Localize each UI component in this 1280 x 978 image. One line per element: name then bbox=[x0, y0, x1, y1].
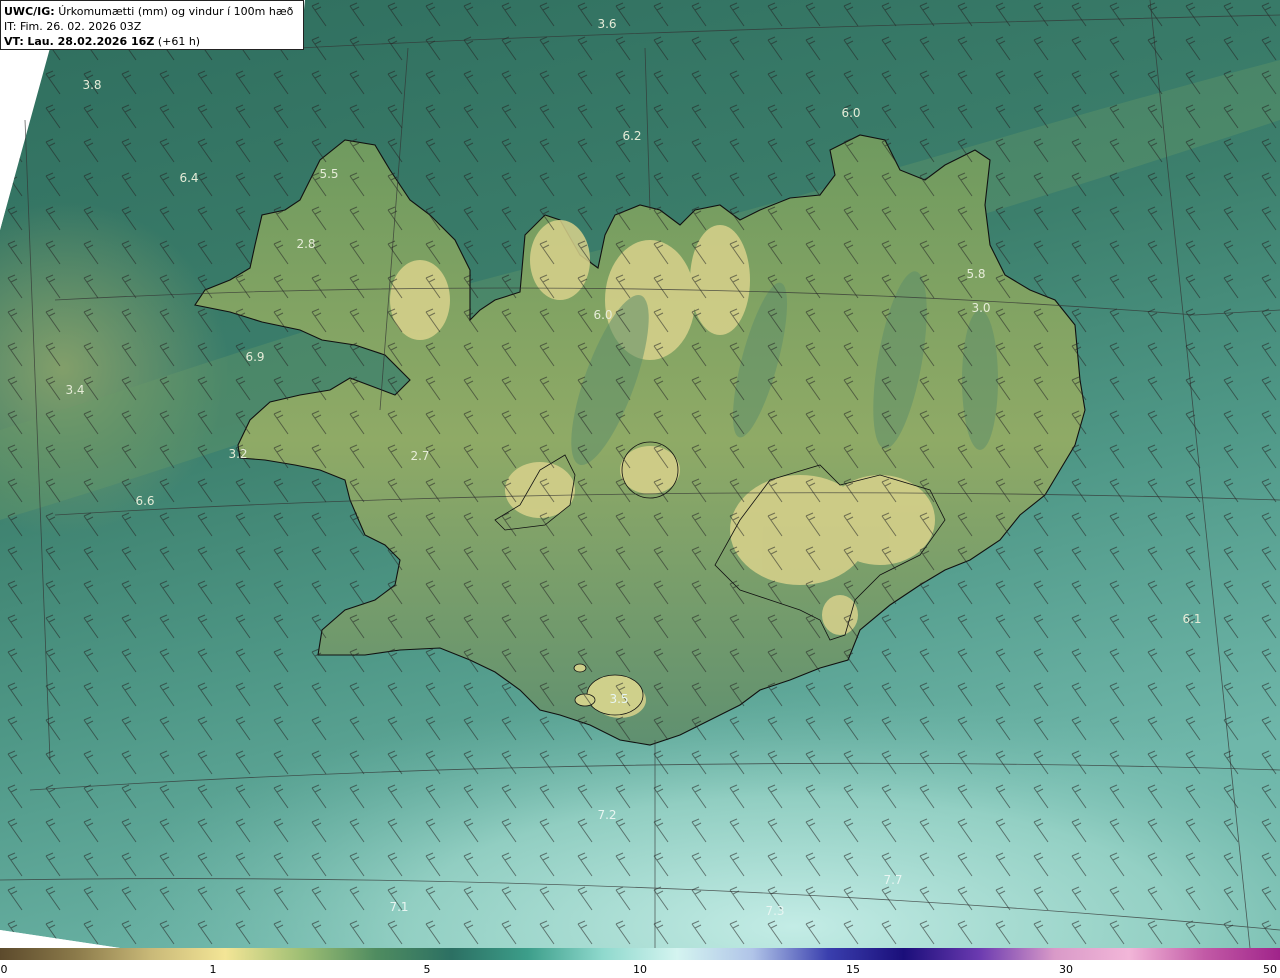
map-value-label: 6.1 bbox=[1182, 612, 1201, 626]
colorbar-tick: 5 bbox=[423, 963, 431, 976]
map-value-label: 2.7 bbox=[410, 449, 429, 463]
map-value-label: 3.6 bbox=[597, 17, 616, 31]
map-value-label: 3.2 bbox=[228, 447, 247, 461]
product-line: UWC/IG: Úrkomumætti (mm) og vindur í 100… bbox=[4, 4, 300, 19]
map-value-label: 7.7 bbox=[883, 873, 902, 887]
map-value-label: 7.2 bbox=[597, 808, 616, 822]
colorbar-legend: 0 1 5 10 15 30 50 bbox=[0, 948, 1280, 978]
map-value-label: 5.8 bbox=[966, 267, 985, 281]
map-value-label: 7.3 bbox=[765, 904, 784, 918]
map-value-label: 6.2 bbox=[622, 129, 641, 143]
colorbar-tick: 50 bbox=[1263, 963, 1277, 976]
valid-time-line: VT: Lau. 28.02.2026 16Z (+61 h) bbox=[4, 34, 300, 49]
map-value-label: 6.6 bbox=[135, 494, 154, 508]
map-value-label: 7.1 bbox=[389, 900, 408, 914]
lead-time: (+61 h) bbox=[157, 35, 201, 48]
map-value-label: 5.5 bbox=[319, 167, 338, 181]
product-code: UWC/IG: bbox=[4, 5, 55, 18]
map-value-label: 6.4 bbox=[179, 171, 198, 185]
map-value-label: 3.0 bbox=[971, 301, 990, 315]
colorbar-tick: 1 bbox=[209, 963, 217, 976]
init-time: IT: Fim. 26. 02. 2026 03Z bbox=[4, 20, 142, 33]
valid-time: Lau. 28.02.2026 16Z bbox=[27, 35, 155, 48]
map-value-label: 6.0 bbox=[593, 308, 612, 322]
product-description: Úrkomumætti (mm) og vindur í 100m hæð bbox=[58, 5, 294, 18]
valid-prefix: VT: bbox=[4, 35, 24, 48]
colorbar-tick: 10 bbox=[633, 963, 647, 976]
forecast-info-box: UWC/IG: Úrkomumætti (mm) og vindur í 100… bbox=[0, 0, 304, 50]
map-value-label: 3.5 bbox=[609, 692, 628, 706]
map-value-label: 6.9 bbox=[245, 350, 264, 364]
colorbar-gradient bbox=[0, 948, 1280, 960]
colorbar-tick: 0 bbox=[0, 963, 8, 976]
colorbar-tick: 15 bbox=[846, 963, 860, 976]
colorbar-tick: 30 bbox=[1059, 963, 1073, 976]
map-value-label: 3.4 bbox=[65, 383, 84, 397]
map-value-label: 3.8 bbox=[82, 78, 101, 92]
forecast-map[interactable]: 3.6 3.8 6.0 6.2 6.4 5.5 2.8 5.8 6.0 3.0 6.9 3.4 3.2 2… bbox=[0, 0, 1280, 948]
map-value-label: 2.8 bbox=[296, 237, 315, 251]
map-value-label: 6.0 bbox=[841, 106, 860, 120]
